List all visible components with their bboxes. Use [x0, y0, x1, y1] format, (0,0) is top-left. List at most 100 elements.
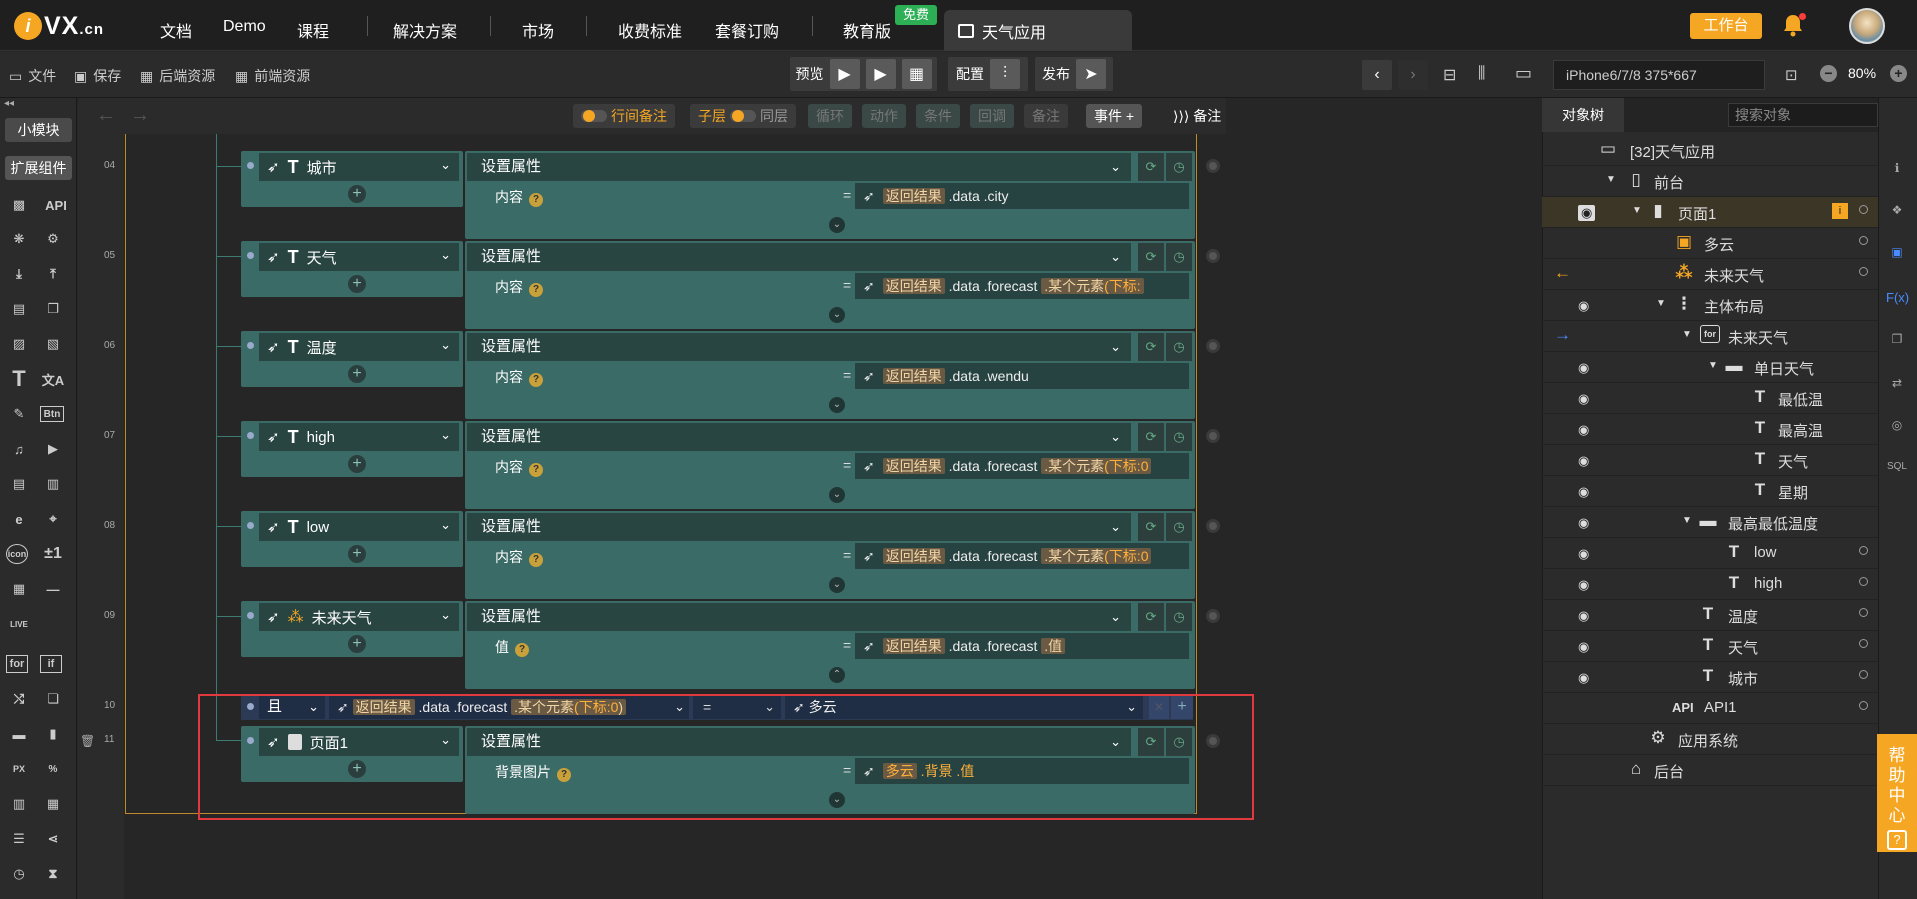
value-expression[interactable]: ➶ 返回结果 .data .forecast .某个元素(下标:0: [855, 543, 1189, 569]
tree-node-future-weather-resource[interactable]: ← ⁂ 未来天气: [1542, 259, 1878, 290]
nav-packages[interactable]: 套餐订购: [715, 18, 779, 42]
function-icon[interactable]: F(x): [1886, 287, 1909, 309]
nav-demo[interactable]: Demo: [223, 18, 266, 36]
divider-icon[interactable]: —: [40, 576, 66, 602]
collapse-icon[interactable]: ⌄: [829, 487, 845, 503]
live-icon[interactable]: LIVE: [6, 611, 32, 637]
package-icon[interactable]: ▩: [6, 192, 32, 218]
tree-node-app[interactable]: ▭ [32]天气应用: [1542, 135, 1878, 166]
forward-arrow-icon[interactable]: ›: [1398, 60, 1428, 90]
notification-bell-icon[interactable]: [1782, 13, 1806, 39]
tree-node-weather[interactable]: ◉ T 天气: [1542, 631, 1878, 662]
play-icon[interactable]: ▶: [829, 59, 860, 89]
align-vertical-icon[interactable]: ⫼: [1478, 65, 1485, 83]
trash-icon[interactable]: 🗑: [80, 734, 95, 748]
sliders-icon[interactable]: ⫶: [990, 59, 1020, 89]
add-action-icon[interactable]: +: [348, 185, 366, 203]
backend-resources-button[interactable]: ▦ 后端资源: [140, 66, 215, 86]
timer-icon[interactable]: ◷: [1166, 243, 1192, 271]
object-tree-tab[interactable]: 对象树: [1542, 98, 1624, 132]
value-expression[interactable]: ➶ 返回结果 .data .wendu: [855, 363, 1189, 389]
if-component[interactable]: if: [40, 655, 62, 673]
device-select[interactable]: iPhone6/7/8 375*667: [1553, 60, 1765, 90]
upload-icon[interactable]: ⤒: [40, 261, 66, 287]
nav-courses[interactable]: 课程: [297, 18, 329, 42]
chart-icon[interactable]: ▥: [6, 791, 32, 817]
tree-node-future-weather-for[interactable]: → ▼ for 未来天气: [1542, 321, 1878, 352]
gear-icon[interactable]: ⚙: [40, 226, 66, 252]
video-icon[interactable]: ▶: [40, 436, 66, 462]
qr-preview-icon[interactable]: ▦: [901, 59, 932, 89]
timer-icon[interactable]: ◷: [1166, 513, 1192, 541]
timer-icon[interactable]: ◷: [1166, 153, 1192, 181]
timer-icon[interactable]: ◷: [1166, 423, 1192, 451]
tree-node-cloudy[interactable]: ▣ 多云: [1542, 228, 1878, 259]
shuffle-icon[interactable]: ⤭: [6, 686, 32, 712]
row-handle[interactable]: [1206, 429, 1220, 443]
target-select[interactable]: ➶ Tlow ⌄: [259, 513, 459, 541]
value-expression[interactable]: ➶ 返回结果 .data .city: [855, 183, 1189, 209]
music-icon[interactable]: ♫: [6, 436, 32, 462]
tree-node-high[interactable]: ◉ Thigh: [1542, 569, 1878, 600]
for-component[interactable]: for: [6, 655, 28, 673]
action-select[interactable]: 设置属性 ⌄: [467, 243, 1131, 271]
action-select[interactable]: 设置属性 ⌄: [467, 423, 1131, 451]
add-action-icon[interactable]: +: [348, 275, 366, 293]
column-layout-icon[interactable]: ▮: [40, 721, 66, 747]
icon-component[interactable]: icon: [6, 544, 28, 564]
map-pin-icon[interactable]: ⌖: [40, 506, 66, 532]
tree-node-low[interactable]: ◉ Tlow: [1542, 538, 1878, 569]
note-panel-toggle[interactable]: ⟩⟩⟩ 备注: [1165, 104, 1229, 128]
refresh-icon[interactable]: ⟳: [1138, 603, 1164, 631]
play-step-icon[interactable]: ▶: [865, 59, 896, 89]
table-icon[interactable]: ▦: [40, 791, 66, 817]
copy-icon[interactable]: ❐: [40, 296, 66, 322]
value-expression[interactable]: ➶ 返回结果 .data .forecast .某个元素(下标:0: [855, 453, 1189, 479]
add-action-icon[interactable]: +: [348, 365, 366, 383]
record-icon[interactable]: ◎: [1886, 414, 1908, 436]
tree-node-api1[interactable]: API API1: [1542, 693, 1878, 724]
workbench-button[interactable]: 工作台: [1690, 13, 1762, 39]
expand-icon[interactable]: ⌃: [829, 667, 845, 683]
user-avatar[interactable]: [1849, 8, 1885, 44]
counter-component[interactable]: ±1: [40, 541, 66, 567]
collapse-icon[interactable]: ⌄: [829, 577, 845, 593]
add-action-icon[interactable]: +: [348, 455, 366, 473]
px-component[interactable]: PX: [6, 756, 32, 782]
value-expression[interactable]: ➶ 返回结果 .data .forecast .值: [855, 633, 1189, 659]
refresh-icon[interactable]: ⟳: [1138, 243, 1164, 271]
list-alt-icon[interactable]: ▥: [40, 471, 66, 497]
action-select[interactable]: 设置属性 ⌄: [467, 513, 1131, 541]
logo[interactable]: i VX.cn: [14, 10, 124, 42]
layer-toggle[interactable]: 子层 同层: [690, 104, 796, 128]
tree-node-weather-text[interactable]: ◉ T 天气: [1542, 445, 1878, 476]
chat-icon[interactable]: ▣: [1886, 241, 1908, 263]
row-handle[interactable]: [1206, 249, 1220, 263]
network-icon[interactable]: ❋: [6, 226, 32, 252]
row-handle[interactable]: [1206, 609, 1220, 623]
tree-node-page1[interactable]: ◉ ▼ ▮ 页面1 i: [1542, 197, 1878, 228]
percent-component[interactable]: %: [40, 756, 66, 782]
timer-icon[interactable]: ◷: [1166, 333, 1192, 361]
action-select[interactable]: 设置属性 ⌄: [467, 153, 1131, 181]
nav-market[interactable]: 市场: [522, 18, 554, 42]
qrcode-icon[interactable]: ▦: [6, 576, 32, 602]
download-icon[interactable]: ⤓: [6, 261, 32, 287]
tree-node-frontend[interactable]: ▼ ▯ 前台: [1542, 166, 1878, 197]
form-icon[interactable]: ▤: [6, 296, 32, 322]
tree-node-single-day[interactable]: ◉ ▼ ▬ 单日天气: [1542, 352, 1878, 383]
collapse-icon[interactable]: ⌄: [829, 307, 845, 323]
components-icon[interactable]: ❖: [1886, 199, 1908, 221]
undo-arrow-icon[interactable]: ←: [96, 104, 116, 127]
add-event-button[interactable]: 事件 +: [1086, 104, 1143, 128]
hourglass-icon[interactable]: ⧗: [40, 861, 66, 887]
nav-education[interactable]: 教育版: [843, 18, 891, 42]
refresh-icon[interactable]: ⟳: [1138, 513, 1164, 541]
tree-node-city[interactable]: ◉ T 城市: [1542, 662, 1878, 693]
send-icon[interactable]: ➤: [1076, 59, 1106, 89]
target-select[interactable]: ➶ Thigh ⌄: [259, 423, 459, 451]
nav-solutions[interactable]: 解决方案: [393, 18, 457, 42]
tree-node-backend[interactable]: ⌂ 后台: [1542, 755, 1878, 786]
small-module-button[interactable]: 小模块: [5, 118, 72, 142]
action-button[interactable]: 动作: [862, 104, 906, 128]
